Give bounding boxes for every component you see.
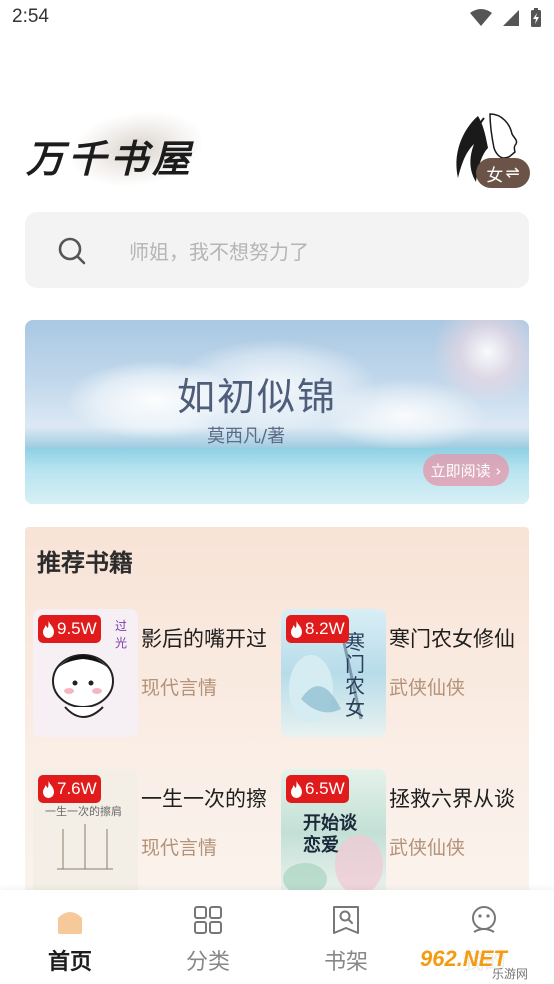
- book-cover: 开始谈恋爱 6.5W: [281, 769, 386, 897]
- hot-count: 9.5W: [57, 619, 97, 638]
- book-genre: 现代言情: [141, 837, 218, 859]
- flame-icon: [291, 620, 302, 638]
- banner-blossom: [425, 320, 529, 400]
- nav-label: 首页: [47, 950, 92, 975]
- hot-count: 7.6W: [57, 779, 97, 798]
- hot-badge: 9.5W: [38, 615, 101, 643]
- book-title: 一生一次的擦: [141, 787, 267, 811]
- book-title: 影后的嘴开过: [141, 627, 267, 651]
- book-cover: 一生一次的擦肩 7.6W: [33, 769, 138, 897]
- app-root: 2:54 万千书屋 女 ⇌ 师姐，我不想努力了 如初似锦 莫西凡/著 立即阅读 …: [0, 0, 554, 984]
- app-logo: 万千书屋: [22, 105, 242, 193]
- status-icons: [470, 8, 542, 28]
- book-genre: 武侠仙侠: [389, 837, 466, 859]
- book-card[interactable]: 过光 9.5W 影后的嘴开过 现代言情: [33, 609, 285, 739]
- nav-label: 分类: [185, 950, 230, 975]
- nav-label: 书架: [323, 950, 368, 975]
- profile-icon: [472, 906, 496, 933]
- book-genre: 武侠仙侠: [389, 677, 466, 699]
- nav-category[interactable]: 分类: [158, 890, 258, 984]
- section-title: 推荐书籍: [37, 549, 133, 577]
- watermark-sub: 乐游网: [492, 967, 528, 981]
- home-icon: [58, 912, 82, 934]
- book-title: 拯救六界从谈: [389, 787, 515, 811]
- hot-count: 8.2W: [305, 619, 345, 638]
- status-time: 2:54: [12, 6, 49, 27]
- flame-icon: [43, 620, 54, 638]
- bookshelf-icon: [333, 906, 359, 934]
- nav-home[interactable]: 首页: [20, 890, 120, 984]
- book-card[interactable]: 开始谈恋爱 6.5W 拯救六界从谈 武侠仙侠: [281, 769, 533, 899]
- logo-text: 万千书屋: [26, 136, 195, 181]
- search-placeholder: 师姐，我不想努力了: [129, 240, 309, 264]
- gender-switch-button[interactable]: 女 ⇌: [476, 158, 530, 188]
- book-card[interactable]: 一生一次的擦肩 7.6W 一生一次的擦 现代言情: [33, 769, 285, 899]
- hot-badge: 6.5W: [286, 775, 349, 803]
- banner-title: 如初似锦: [177, 375, 338, 419]
- status-bar: 2:54: [0, 0, 554, 40]
- category-icon: [194, 906, 222, 934]
- swap-icon: ⇌: [505, 163, 520, 183]
- read-now-button[interactable]: 立即阅读 ›: [423, 454, 509, 486]
- gender-label: 女: [486, 165, 504, 186]
- watermark-graphic: 962.NET 乐游网: [412, 942, 550, 981]
- battery-icon: [531, 8, 541, 27]
- book-title: 寒门农女修仙: [389, 627, 515, 651]
- flame-icon: [291, 780, 302, 798]
- search-icon: [58, 237, 86, 265]
- cover-text: 寒门农女: [345, 630, 365, 720]
- book-card[interactable]: 寒门农女 8.2W 寒门农女修仙 武侠仙侠: [281, 609, 533, 739]
- book-cover: 过光 9.5W: [33, 609, 138, 737]
- banner-author: 莫西凡/著: [207, 426, 286, 447]
- search-bar[interactable]: 师姐，我不想努力了: [25, 212, 529, 288]
- signal-icon: [503, 10, 519, 26]
- cover-text: 开始谈恋爱: [303, 813, 357, 856]
- promo-banner[interactable]: 如初似锦 莫西凡/著 立即阅读 ›: [25, 320, 529, 504]
- cover-text: 过光: [115, 619, 128, 650]
- hot-badge: 7.6W: [38, 775, 101, 803]
- watermark-logo: 962.NET 乐游网: [412, 938, 552, 982]
- nav-bookshelf[interactable]: 书架: [296, 890, 396, 984]
- hot-badge: 8.2W: [286, 615, 349, 643]
- hot-count: 6.5W: [305, 779, 345, 798]
- wifi-icon: [470, 9, 492, 26]
- recommended-section: 推荐书籍 过光 9.5W 影后的嘴开过 现代言情 寒门农女 8.2W 寒门农女修…: [25, 527, 529, 907]
- book-cover: 寒门农女 8.2W: [281, 609, 386, 737]
- book-genre: 现代言情: [141, 677, 218, 699]
- flame-icon: [43, 780, 54, 798]
